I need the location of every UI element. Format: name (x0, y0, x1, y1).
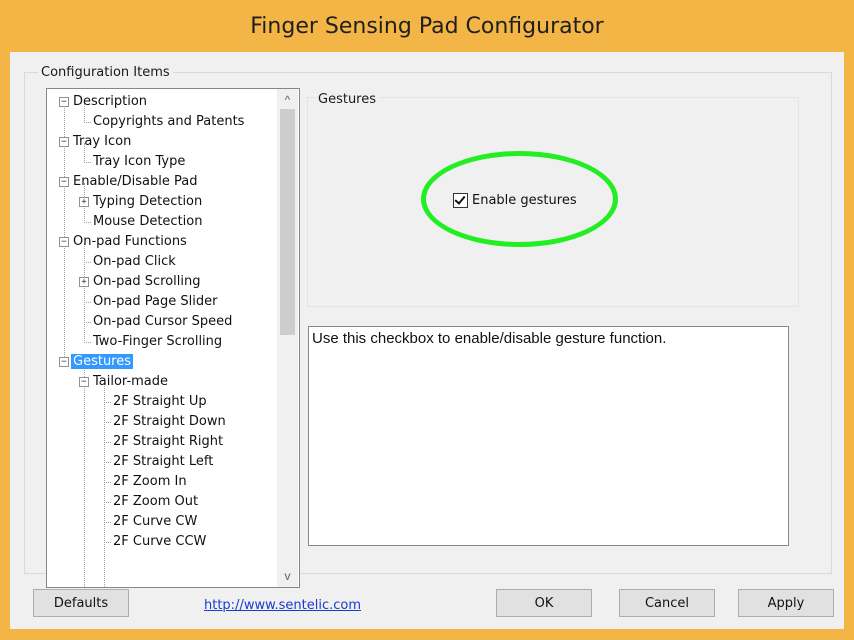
apply-button[interactable]: Apply (738, 589, 834, 617)
tree-item[interactable]: On-pad Functions (71, 233, 189, 251)
window-title: Finger Sensing Pad Configurator (250, 14, 604, 39)
tree-item[interactable]: 2F Zoom Out (111, 493, 200, 511)
defaults-button[interactable]: Defaults (33, 589, 129, 617)
tree-item[interactable]: 2F Straight Right (111, 433, 225, 451)
tree-list: Description − Copyrights and Patents Tray I… (47, 89, 277, 587)
highlight-ellipse (421, 151, 618, 247)
tree-connector (84, 302, 91, 303)
tree-connector (84, 363, 85, 587)
tree-connector (104, 522, 111, 523)
tree-item[interactable]: Copyrights and Patents (91, 113, 246, 131)
configuration-items-label: Configuration Items (38, 65, 173, 80)
tree-item-label: Description (73, 94, 148, 109)
collapse-icon[interactable]: − (59, 97, 69, 107)
tree-item-label: Tailor-made (93, 374, 169, 389)
tree-item-label: On-pad Click (93, 254, 176, 269)
ok-button[interactable]: OK (496, 589, 592, 617)
description-box: Use this checkbox to enable/disable gest… (308, 326, 789, 546)
scroll-down-arrow-icon[interactable]: v (277, 567, 298, 585)
configuration-tree[interactable]: Description − Copyrights and Patents Tray I… (46, 88, 300, 588)
tree-item[interactable]: Tray Icon Type (91, 153, 187, 171)
scroll-up-arrow-icon[interactable]: ^ (277, 91, 298, 109)
tree-connector (104, 442, 111, 443)
tree-connector (104, 502, 111, 503)
tree-connector (84, 222, 91, 223)
tree-connector (104, 482, 111, 483)
tree-item[interactable]: On-pad Page Slider (91, 293, 219, 311)
tree-connector (84, 322, 91, 323)
tree-item[interactable]: Gestures (71, 353, 134, 371)
tree-item-label: On-pad Scrolling (93, 274, 201, 289)
tree-item[interactable]: Tailor-made (91, 373, 170, 391)
tree-item[interactable]: Tray Icon (71, 133, 133, 151)
dialog-client-area: Configuration Items Description − Copyrigh… (10, 52, 844, 629)
cancel-button[interactable]: Cancel (619, 589, 715, 617)
tree-item-label: 2F Zoom Out (113, 494, 199, 509)
tree-connector (104, 542, 111, 543)
tree-item-label: Gestures (71, 354, 134, 369)
collapse-icon[interactable]: − (59, 177, 69, 187)
tree-connector (104, 422, 111, 423)
tree-connector (104, 402, 111, 403)
collapse-icon[interactable]: − (59, 137, 69, 147)
tree-item[interactable]: Enable/Disable Pad (71, 173, 200, 191)
sentelic-link[interactable]: http://www.sentelic.com (204, 598, 361, 613)
tree-item-label: On-pad Functions (73, 234, 187, 249)
tree-connector (104, 462, 111, 463)
tree-item-label: 2F Straight Down (113, 414, 226, 429)
tree-item[interactable]: On-pad Scrolling (91, 273, 203, 291)
expand-icon[interactable]: + (79, 197, 89, 207)
tree-connector (104, 383, 105, 587)
tree-item-label: Mouse Detection (93, 214, 203, 229)
tree-item[interactable]: On-pad Cursor Speed (91, 313, 234, 331)
title-bar[interactable]: Finger Sensing Pad Configurator (0, 0, 854, 52)
tree-item[interactable]: Description (71, 93, 149, 111)
tree-item-label: On-pad Cursor Speed (93, 314, 233, 329)
tree-connector (84, 162, 91, 163)
tree-item-label: Tray Icon (73, 134, 132, 149)
tree-item-label: On-pad Page Slider (93, 294, 218, 309)
tree-item[interactable]: 2F Straight Left (111, 453, 215, 471)
collapse-icon[interactable]: − (79, 377, 89, 387)
tree-item[interactable]: 2F Straight Up (111, 393, 209, 411)
tree-item[interactable]: 2F Curve CW (111, 513, 199, 531)
tree-item[interactable]: 2F Zoom In (111, 473, 189, 491)
tree-item-label: 2F Zoom In (113, 474, 187, 489)
tree-item[interactable]: Mouse Detection (91, 213, 204, 231)
tree-item[interactable]: 2F Straight Down (111, 413, 228, 431)
tree-item-label: Copyrights and Patents (93, 114, 245, 129)
tree-item-label: 2F Straight Left (113, 454, 214, 469)
tree-connector (84, 122, 91, 123)
tree-item-label: Two-Finger Scrolling (93, 334, 223, 349)
tree-item-label: Tray Icon Type (93, 154, 186, 169)
tree-item-label: 2F Straight Up (113, 394, 207, 409)
tree-item-label: 2F Curve CW (113, 514, 198, 529)
collapse-icon[interactable]: − (59, 357, 69, 367)
tree-connector (84, 243, 85, 341)
tree-connector (84, 262, 91, 263)
tree-connector (84, 342, 91, 343)
expand-icon[interactable]: + (79, 277, 89, 287)
tree-item[interactable]: Typing Detection (91, 193, 204, 211)
tree-item[interactable]: On-pad Click (91, 253, 178, 271)
tree-item-label: 2F Curve CCW (113, 534, 207, 549)
tree-item[interactable]: Two-Finger Scrolling (91, 333, 224, 351)
tree-item-label: Enable/Disable Pad (73, 174, 198, 189)
tree-scrollbar[interactable]: ^ v (277, 89, 298, 587)
tree-item-label: Typing Detection (93, 194, 203, 209)
gestures-group-label: Gestures (315, 92, 380, 107)
tree-item[interactable]: 2F Curve CCW (111, 533, 208, 551)
collapse-icon[interactable]: − (59, 237, 69, 247)
scroll-thumb[interactable] (280, 109, 295, 335)
tree-item-label: 2F Straight Right (113, 434, 224, 449)
